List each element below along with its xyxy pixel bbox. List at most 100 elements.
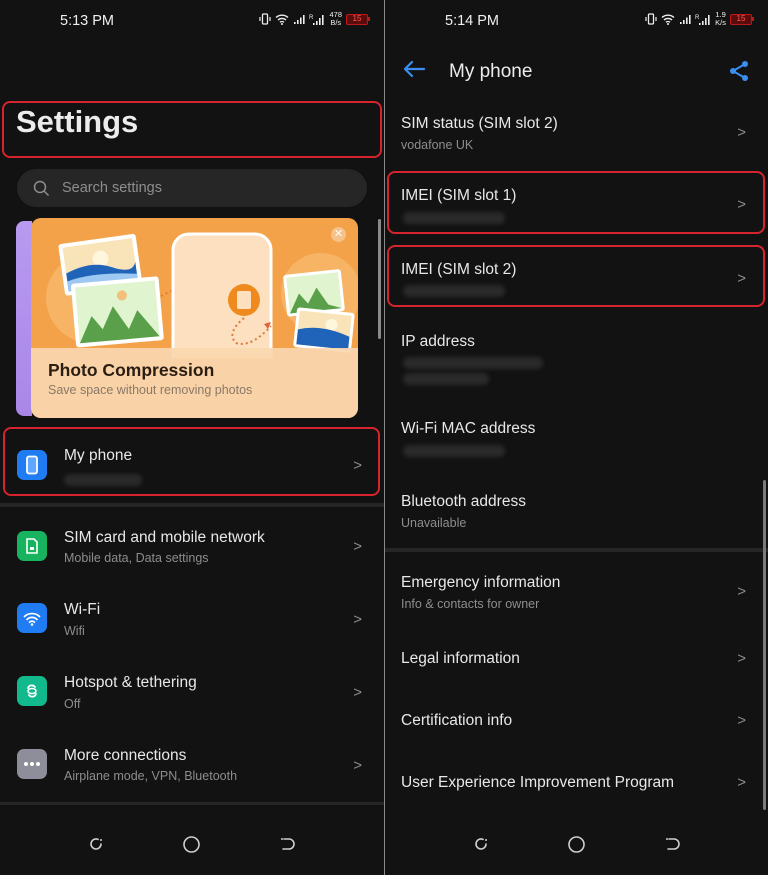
battery-level: 15 bbox=[736, 13, 746, 23]
home-button[interactable] bbox=[182, 835, 201, 854]
back-button[interactable] bbox=[664, 835, 682, 853]
navigation-bar bbox=[385, 805, 768, 875]
hotspot-icon bbox=[17, 676, 47, 706]
item-label: IP address bbox=[401, 333, 475, 350]
item-legal-information[interactable]: Legal information > bbox=[385, 636, 768, 684]
signal-icon bbox=[294, 15, 306, 24]
home-button[interactable] bbox=[567, 835, 586, 854]
recents-button[interactable] bbox=[472, 835, 490, 853]
settings-screen: 5:13 PM R 478 B/s 15 Settings Search set… bbox=[0, 0, 384, 875]
settings-item-wifi[interactable]: Wi-Fi Wifi > bbox=[0, 591, 384, 663]
back-arrow-icon[interactable] bbox=[402, 59, 426, 85]
item-label: More connections bbox=[64, 747, 187, 764]
redacted-value bbox=[403, 285, 505, 297]
redacted-value bbox=[403, 373, 489, 385]
item-user-experience-program[interactable]: User Experience Improvement Program > bbox=[385, 760, 768, 808]
item-ip-address[interactable]: IP address bbox=[385, 320, 768, 400]
sim-card-icon bbox=[17, 531, 47, 561]
page-title: Settings bbox=[16, 104, 139, 139]
photo-compression-banner[interactable]: Photo Compression Save space without rem… bbox=[31, 218, 358, 418]
item-label: Certification info bbox=[401, 712, 513, 729]
item-certification-info[interactable]: Certification info > bbox=[385, 698, 768, 746]
share-icon[interactable] bbox=[728, 60, 750, 87]
my-phone-screen: 5:14 PM R 1.9 K/s 15 My phone SIM status … bbox=[385, 0, 768, 875]
status-time: 5:13 PM bbox=[60, 13, 114, 29]
battery-icon: 15 bbox=[730, 13, 754, 25]
chevron-right-icon: > bbox=[353, 538, 362, 555]
wifi-icon bbox=[276, 14, 289, 25]
item-sublabel: Airplane mode, VPN, Bluetooth bbox=[64, 769, 238, 783]
status-bar: 5:14 PM R 1.9 K/s 15 bbox=[385, 0, 768, 42]
chevron-right-icon: > bbox=[353, 611, 362, 628]
chevron-right-icon: > bbox=[737, 583, 746, 600]
back-button[interactable] bbox=[279, 835, 297, 853]
net-speed: 478 B/s bbox=[329, 11, 342, 27]
chevron-right-icon: > bbox=[737, 712, 746, 729]
item-emergency-information[interactable]: Emergency information Info & contacts fo… bbox=[385, 562, 768, 626]
item-label: SIM card and mobile network bbox=[64, 529, 265, 546]
item-sublabel: Off bbox=[64, 697, 81, 711]
item-label: SIM status (SIM slot 2) bbox=[401, 115, 558, 132]
settings-item-more-connections[interactable]: More connections Airplane mode, VPN, Blu… bbox=[0, 737, 384, 809]
roaming-label: R bbox=[309, 15, 314, 21]
item-label: User Experience Improvement Program bbox=[401, 774, 675, 791]
settings-item-sim-card[interactable]: SIM card and mobile network Mobile data,… bbox=[0, 518, 384, 590]
status-bar: 5:13 PM R 478 B/s 15 bbox=[0, 0, 384, 42]
page-title: My phone bbox=[449, 61, 533, 82]
vibrate-icon bbox=[259, 13, 272, 25]
signal-roaming-icon: R bbox=[695, 14, 710, 25]
item-sublabel: Wifi bbox=[64, 624, 85, 638]
item-sim-status[interactable]: SIM status (SIM slot 2) vodafone UK > bbox=[385, 100, 768, 164]
chevron-right-icon: > bbox=[353, 457, 362, 474]
section-divider bbox=[0, 503, 384, 507]
item-wifi-mac[interactable]: Wi-Fi MAC address bbox=[385, 408, 768, 472]
chevron-right-icon: > bbox=[737, 270, 746, 287]
signal-roaming-icon: R bbox=[309, 14, 325, 25]
redacted-value bbox=[64, 474, 142, 486]
item-sublabel: Info & contacts for owner bbox=[401, 597, 540, 611]
net-speed-unit: K/s bbox=[715, 18, 726, 27]
item-bluetooth-address[interactable]: Bluetooth address Unavailable bbox=[385, 480, 768, 544]
item-label: Hotspot & tethering bbox=[64, 674, 197, 691]
roaming-label: R bbox=[695, 15, 700, 21]
item-label: IMEI (SIM slot 1) bbox=[401, 187, 517, 204]
more-icon bbox=[17, 749, 47, 779]
banner-illustration bbox=[46, 232, 358, 358]
item-label: Legal information bbox=[401, 650, 520, 667]
item-label: My phone bbox=[64, 447, 133, 464]
battery-icon: 15 bbox=[346, 13, 370, 25]
banner-peek-card[interactable] bbox=[16, 221, 32, 416]
chevron-right-icon: > bbox=[737, 196, 746, 213]
chevron-right-icon: > bbox=[353, 684, 362, 701]
scrollbar[interactable] bbox=[378, 219, 381, 339]
item-label: IMEI (SIM slot 2) bbox=[401, 261, 517, 278]
net-speed: 1.9 K/s bbox=[715, 11, 726, 27]
item-imei-slot-1[interactable]: IMEI (SIM slot 1) > bbox=[385, 171, 768, 234]
status-time: 5:14 PM bbox=[445, 13, 499, 29]
item-sublabel: vodafone UK bbox=[401, 138, 474, 152]
settings-item-hotspot[interactable]: Hotspot & tethering Off > bbox=[0, 664, 384, 736]
net-speed-unit: B/s bbox=[330, 18, 342, 27]
settings-item-my-phone[interactable]: My phone > bbox=[0, 430, 384, 502]
item-imei-slot-2[interactable]: IMEI (SIM slot 2) > bbox=[385, 245, 768, 307]
signal-icon bbox=[680, 15, 691, 24]
item-sublabel: Mobile data, Data settings bbox=[64, 551, 209, 565]
close-icon[interactable]: ✕ bbox=[331, 227, 346, 242]
search-bar[interactable] bbox=[17, 169, 367, 207]
scrollbar[interactable] bbox=[763, 480, 766, 810]
redacted-value bbox=[403, 212, 505, 224]
navigation-bar bbox=[0, 805, 384, 875]
wifi-icon bbox=[661, 14, 675, 25]
wifi-icon bbox=[17, 603, 47, 633]
battery-level: 15 bbox=[352, 13, 362, 23]
item-label: Wi-Fi MAC address bbox=[401, 420, 536, 437]
recents-button[interactable] bbox=[87, 835, 105, 853]
chevron-right-icon: > bbox=[737, 650, 746, 667]
chevron-right-icon: > bbox=[737, 774, 746, 791]
chevron-right-icon: > bbox=[737, 124, 746, 141]
search-input[interactable] bbox=[62, 180, 322, 196]
item-label: Wi-Fi bbox=[64, 601, 101, 618]
item-label: Emergency information bbox=[401, 574, 561, 591]
chevron-right-icon: > bbox=[353, 757, 362, 774]
vibrate-icon bbox=[645, 13, 657, 25]
